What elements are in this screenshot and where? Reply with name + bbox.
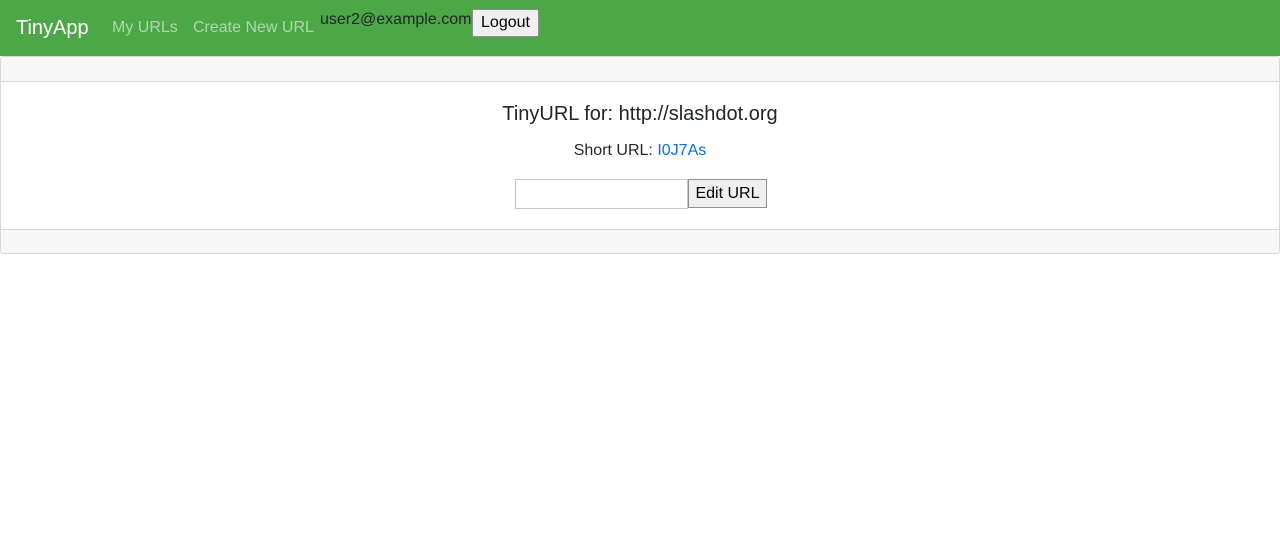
card-body: TinyURL for: http://slashdot.org Short U… (1, 82, 1279, 229)
card-title: TinyURL for: http://slashdot.org (502, 103, 778, 125)
brand-link[interactable]: TinyApp (16, 16, 89, 40)
card-header (1, 57, 1279, 82)
navbar: TinyApp My URLs Create New URL user2@exa… (0, 0, 1280, 56)
user-email: user2@example.com (320, 11, 472, 28)
card-footer (1, 229, 1279, 253)
nav-link-my-urls[interactable]: My URLs (112, 18, 178, 38)
nav-link-create-new-url[interactable]: Create New URL (193, 18, 314, 38)
edit-url-form: Edit URL (515, 179, 767, 209)
short-url-label: Short URL: (573, 142, 653, 159)
edit-url-button[interactable]: Edit URL (688, 179, 767, 208)
short-url-line: Short URL: I0J7As (1, 141, 1279, 161)
long-url-input[interactable] (515, 179, 688, 209)
url-card: TinyURL for: http://slashdot.org Short U… (0, 56, 1280, 254)
logout-button[interactable]: Logout (472, 9, 539, 37)
short-url-link[interactable]: I0J7As (657, 142, 706, 159)
